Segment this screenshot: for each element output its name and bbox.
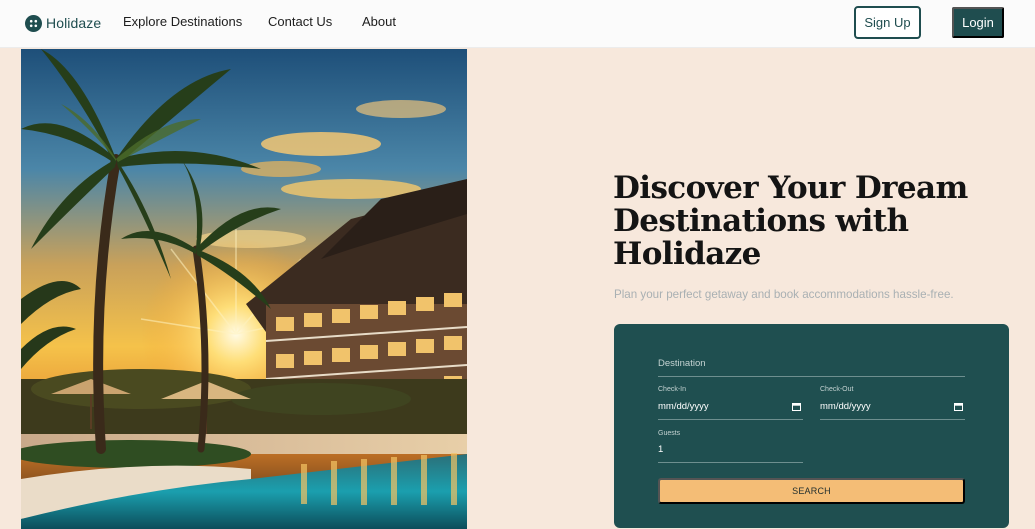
destination-input[interactable]: Destination	[658, 358, 965, 377]
nav-link-about[interactable]: About	[362, 14, 396, 29]
destination-placeholder: Destination	[658, 358, 706, 369]
check-out-value: mm/dd/yyyy	[820, 401, 871, 412]
hero-title-line-1: Discover Your Dream	[613, 170, 968, 206]
sign-up-button[interactable]: Sign Up	[854, 6, 921, 39]
grid-dots-logo-icon	[25, 14, 42, 32]
hero-title: Discover Your Dream Destinations with Ho…	[613, 172, 1013, 271]
calendar-icon[interactable]	[792, 402, 801, 411]
hero-subtitle: Plan your perfect getaway and book accom…	[614, 288, 954, 301]
check-in-date-input[interactable]: Check-In mm/dd/yyyy	[658, 386, 803, 420]
check-in-label: Check-In	[658, 386, 687, 393]
tropical-resort-sunset-photo	[21, 49, 467, 529]
brand-name: Holidaze	[46, 15, 102, 31]
guests-input[interactable]: Guests 1	[658, 430, 803, 463]
calendar-icon[interactable]	[954, 402, 963, 411]
search-form: Destination Check-In mm/dd/yyyy Check-Ou…	[614, 324, 1009, 528]
login-button[interactable]: Login	[952, 7, 1004, 38]
hero-title-line-2: Destinations with	[613, 203, 909, 239]
brand-logo[interactable]: Holidaze	[25, 12, 101, 34]
search-button[interactable]: SEARCH	[658, 478, 965, 504]
check-out-label: Check-Out	[820, 386, 854, 393]
guests-value: 1	[658, 444, 664, 455]
check-in-value: mm/dd/yyyy	[658, 401, 709, 412]
nav-link-explore-destinations[interactable]: Explore Destinations	[123, 14, 242, 29]
guests-label: Guests	[658, 430, 681, 437]
site-header: Holidaze Explore Destinations Contact Us…	[0, 0, 1035, 48]
nav-link-contact-us[interactable]: Contact Us	[268, 14, 332, 29]
check-out-date-input[interactable]: Check-Out mm/dd/yyyy	[820, 386, 965, 420]
hero-title-line-3: Holidaze	[613, 236, 761, 272]
